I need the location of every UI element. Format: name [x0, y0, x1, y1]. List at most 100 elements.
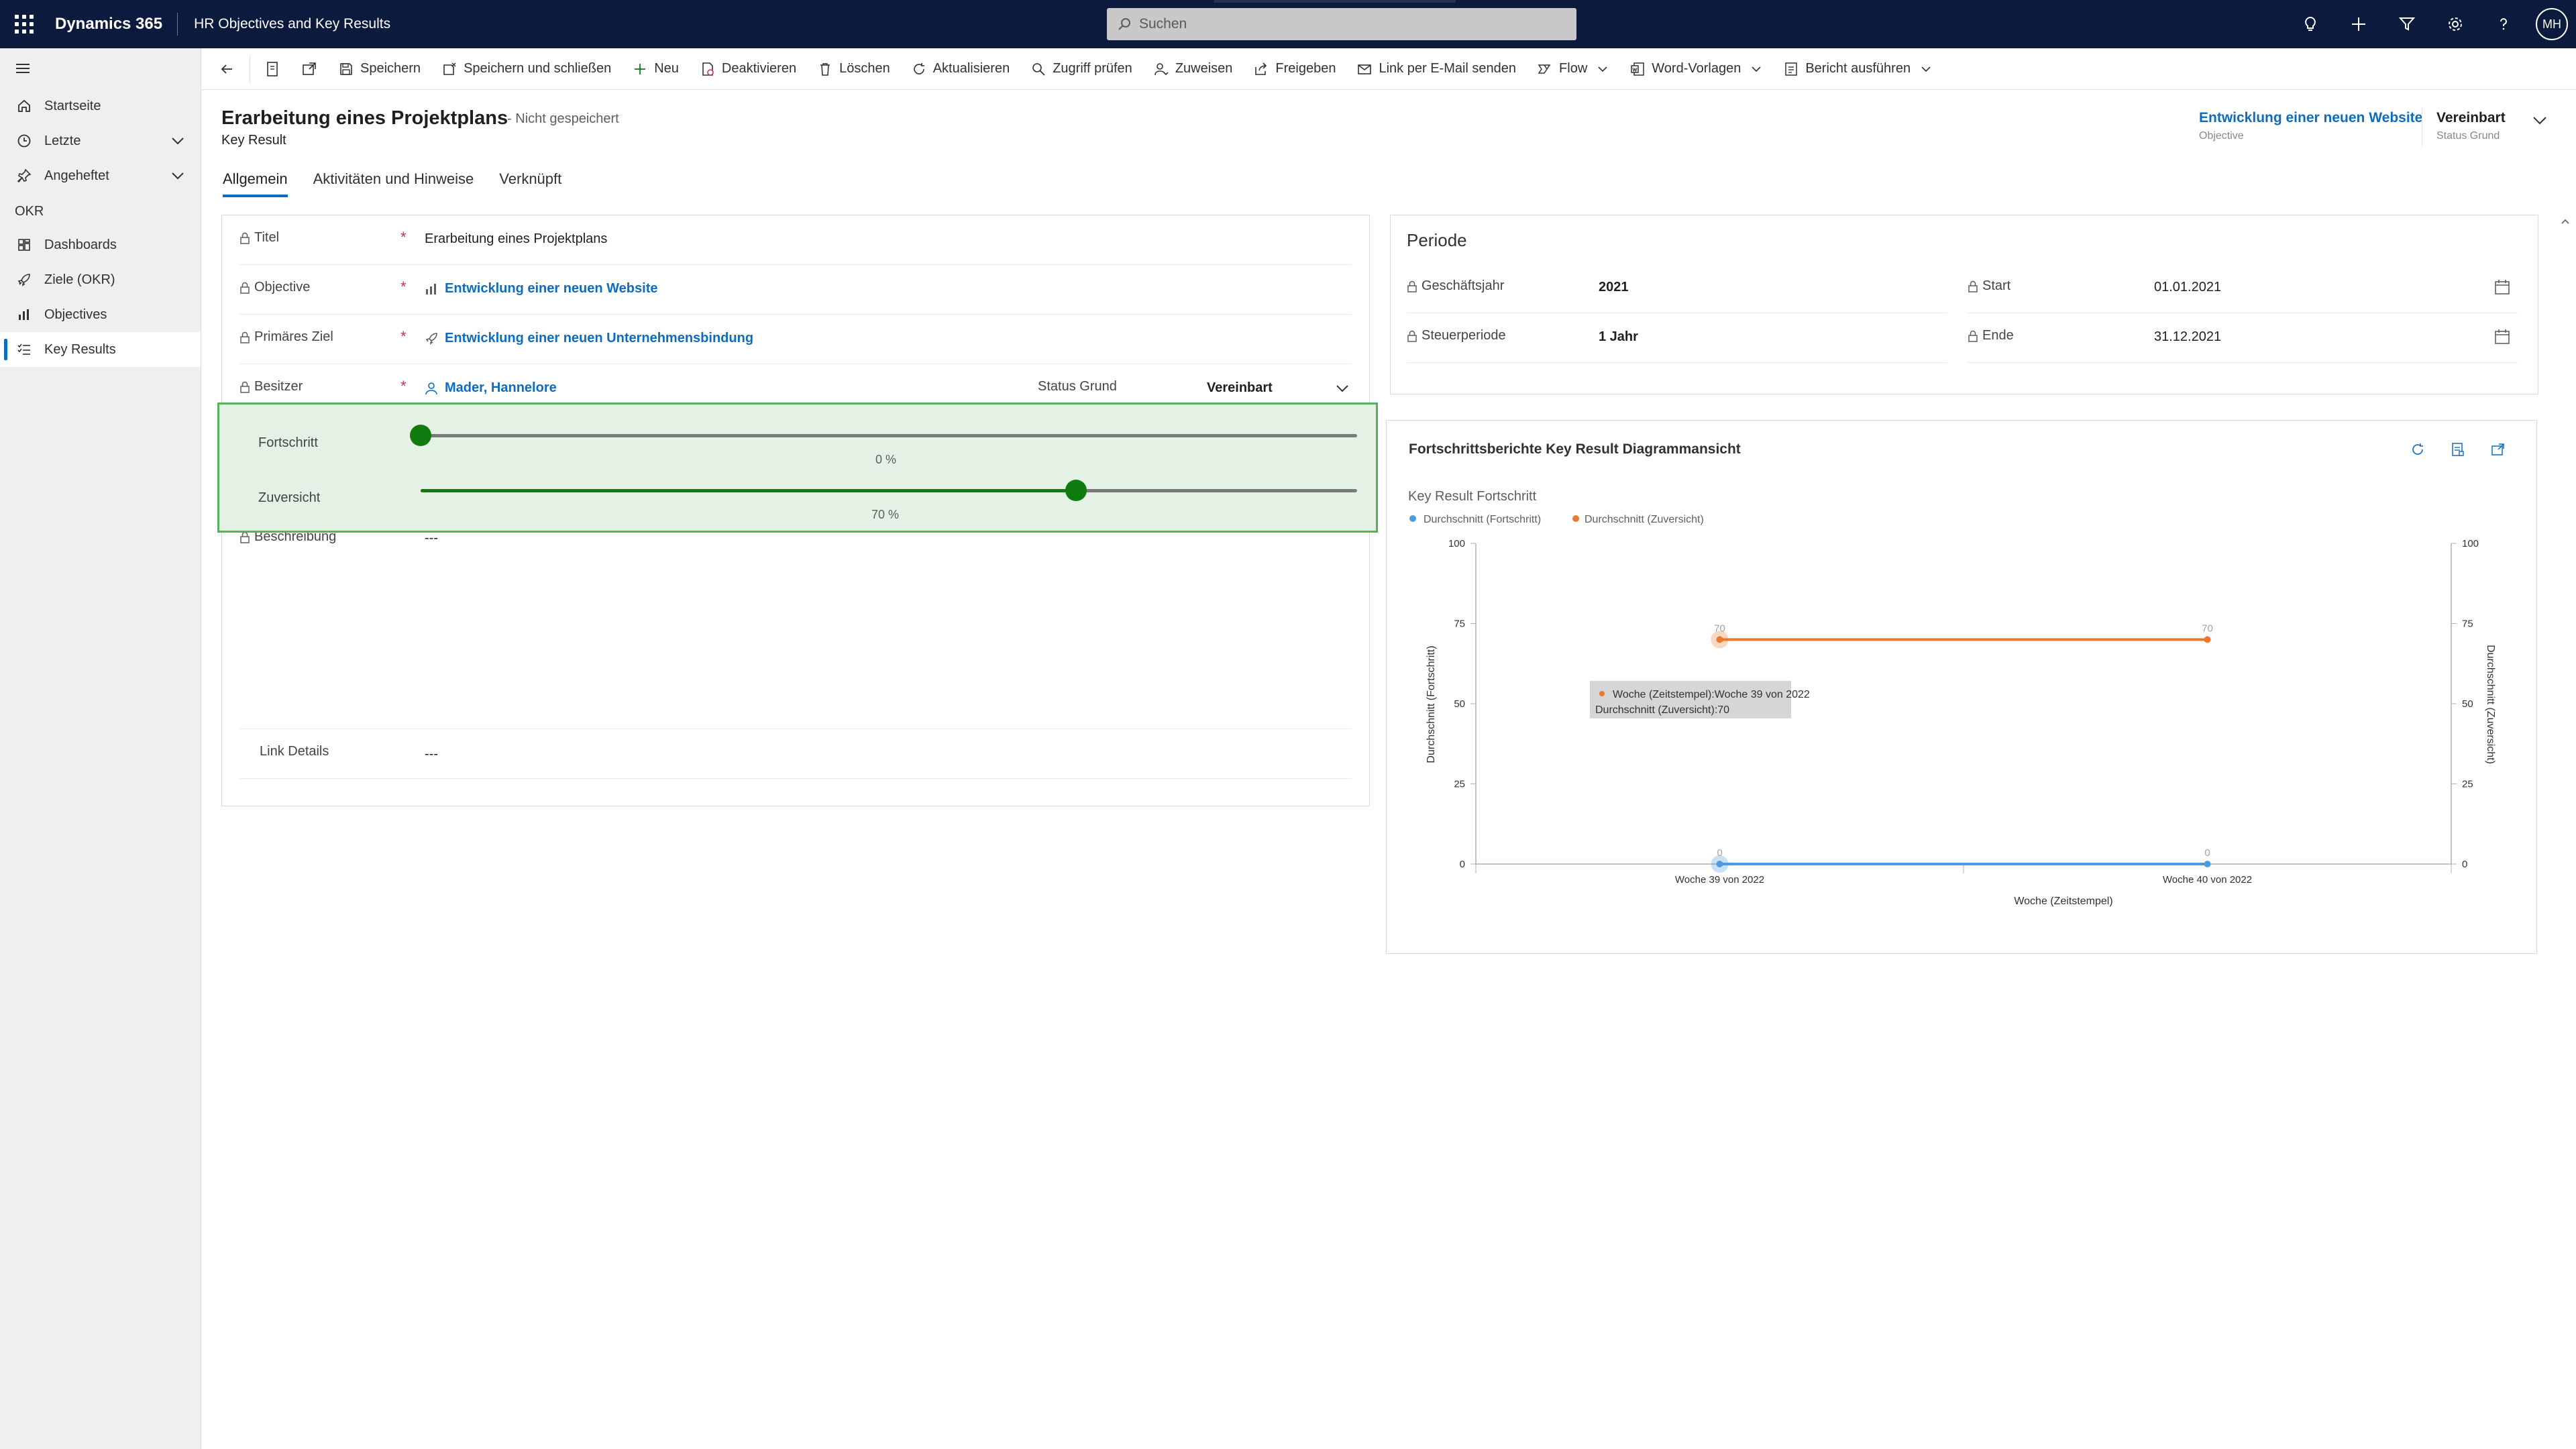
legend-marker-confidence	[1572, 515, 1579, 522]
data-label: 70	[1714, 623, 1725, 634]
header-expand-chevron-icon[interactable]	[2530, 111, 2549, 130]
scroll-up-icon[interactable]	[2560, 216, 2571, 227]
chevron-down-icon[interactable]	[1920, 63, 1932, 75]
sidebar-item-label: Startseite	[44, 98, 101, 113]
sidebar-item-angeheftet[interactable]: Angeheftet	[0, 158, 201, 193]
link-details-input[interactable]: ---	[425, 747, 438, 762]
description-textarea[interactable]: ---	[425, 531, 438, 546]
new-button[interactable]: Neu	[622, 48, 690, 90]
progress-slider-track[interactable]	[421, 434, 1357, 437]
chevron-down-icon[interactable]	[170, 168, 186, 184]
email-link-button[interactable]: Link per E-Mail senden	[1346, 48, 1527, 90]
status-reason-label: Status Grund	[1038, 379, 1117, 394]
chevron-down-icon[interactable]	[1597, 63, 1609, 75]
objective-lookup[interactable]: Entwicklung einer neuen Website	[425, 281, 657, 297]
field-tax-period: Steuerperiode 1 Jahr	[1407, 313, 1947, 363]
sidebar-item-letzte[interactable]: Letzte	[0, 123, 201, 158]
search-input[interactable]: Suchen	[1107, 8, 1576, 40]
save-close-button[interactable]: Speichern und schließen	[431, 48, 622, 90]
form-view-button[interactable]	[254, 48, 290, 90]
end-date-input[interactable]: 31.12.2021	[2154, 329, 2221, 345]
series-point	[1716, 861, 1723, 867]
calendar-icon[interactable]	[2493, 328, 2511, 345]
legend-marker-progress	[1409, 515, 1416, 522]
search-accent	[1214, 0, 1456, 3]
run-report-button[interactable]: Bericht ausführen	[1773, 48, 1943, 90]
deactivate-button[interactable]: Deaktivieren	[690, 48, 807, 90]
y-tick-label-left: 0	[1460, 859, 1465, 870]
avatar[interactable]: MH	[2536, 8, 2568, 40]
delete-button[interactable]: Löschen	[807, 48, 901, 90]
status-reason-select[interactable]: Vereinbart	[1207, 380, 1273, 396]
chart-view-records-icon[interactable]	[2447, 439, 2469, 460]
fiscal-year-value[interactable]: 2021	[1599, 280, 1629, 295]
filter-icon[interactable]	[2383, 0, 2431, 48]
progress-slider-thumb[interactable]	[410, 425, 431, 446]
tax-period-value[interactable]: 1 Jahr	[1599, 329, 1638, 345]
deactivate-icon	[700, 62, 715, 76]
refresh-button[interactable]: Aktualisieren	[901, 48, 1021, 90]
save-button[interactable]: Speichern	[328, 48, 431, 90]
start-date-input[interactable]: 01.01.2021	[2154, 280, 2221, 295]
hamburger-menu[interactable]	[0, 48, 201, 89]
owner-lookup[interactable]: Mader, Hannelore	[425, 380, 557, 396]
chart-refresh-icon[interactable]	[2407, 439, 2428, 460]
sidebar-item-dashboards[interactable]: Dashboards	[0, 227, 201, 262]
chevron-down-icon[interactable]	[170, 133, 186, 149]
field-description: Beschreibung ---	[239, 528, 1352, 729]
chart-expand-icon[interactable]	[2487, 439, 2509, 460]
chevron-down-icon[interactable]	[1750, 63, 1762, 75]
primary-goal-lookup[interactable]: Entwicklung einer neuen Unternehmensbind…	[425, 331, 753, 346]
sidebar-item-ziele[interactable]: Ziele (OKR)	[0, 262, 201, 297]
owner-lookup-value[interactable]: Mader, Hannelore	[445, 380, 557, 396]
lock-icon	[240, 282, 250, 294]
y-tick-label-left: 75	[1454, 619, 1465, 630]
back-button[interactable]	[208, 48, 246, 90]
app-launcher-icon[interactable]	[0, 0, 48, 48]
word-templates-button[interactable]: Word-Vorlagen	[1619, 48, 1773, 90]
share-button[interactable]: Freigeben	[1243, 48, 1346, 90]
assign-button[interactable]: Zuweisen	[1143, 48, 1244, 90]
legend-label-progress[interactable]: Durchschnitt (Fortschritt)	[1424, 514, 1541, 525]
new-label: Neu	[654, 61, 679, 76]
header-objective-label: Objective	[2199, 130, 2244, 142]
deactivate-label: Deaktivieren	[721, 61, 797, 76]
field-link-details: Link Details ---	[239, 729, 1352, 779]
open-new-window-button[interactable]	[290, 48, 328, 90]
confidence-slider-thumb[interactable]	[1065, 480, 1087, 501]
tab-allgemein[interactable]: Allgemein	[223, 170, 288, 197]
header-objective-link[interactable]: Entwicklung einer neuen Website	[2199, 110, 2422, 126]
legend-label-confidence[interactable]: Durchschnitt (Zuversicht)	[1585, 514, 1704, 525]
confidence-slider-fill	[421, 489, 1077, 492]
owner-label: Besitzer	[254, 379, 303, 394]
brand-name[interactable]: Dynamics 365	[48, 13, 178, 36]
sidebar-item-key-results[interactable]: Key Results	[0, 332, 201, 367]
data-label: 0	[1717, 847, 1722, 859]
flow-button[interactable]: Flow	[1527, 48, 1619, 90]
app-title[interactable]: HR Objectives and Key Results	[178, 16, 390, 32]
check-access-button[interactable]: Zugriff prüfen	[1020, 48, 1143, 90]
chevron-down-icon[interactable]	[1334, 380, 1350, 396]
field-objective: Objective * Entwicklung einer neuen Webs…	[239, 265, 1352, 315]
calendar-icon[interactable]	[2493, 278, 2511, 296]
check-access-label: Zugriff prüfen	[1053, 61, 1132, 76]
primary-goal-lookup-value[interactable]: Entwicklung einer neuen Unternehmensbind…	[445, 331, 753, 346]
series-point	[1716, 636, 1723, 643]
sidebar-item-objectives[interactable]: Objectives	[0, 297, 201, 332]
title-input[interactable]: Erarbeitung eines Projektplans	[425, 231, 607, 247]
sidebar-item-label: Dashboards	[44, 237, 117, 252]
plus-icon[interactable]	[2334, 0, 2383, 48]
tab-aktivitaeten[interactable]: Aktivitäten und Hinweise	[313, 170, 474, 197]
sidebar-item-startseite[interactable]: Startseite	[0, 89, 201, 123]
gear-icon[interactable]	[2431, 0, 2479, 48]
title-label: Titel	[254, 230, 280, 245]
chart-tooltip: Woche (Zeitstempel):Woche 39 von 2022 Du…	[1590, 681, 1810, 718]
sidebar-item-label: Ziele (OKR)	[44, 272, 115, 287]
dashboard-icon	[15, 235, 34, 254]
help-icon[interactable]	[2479, 0, 2528, 48]
home-icon	[15, 97, 34, 115]
tab-verknuepft[interactable]: Verknüpft	[499, 170, 561, 197]
rocket-icon	[15, 270, 34, 289]
objective-lookup-value[interactable]: Entwicklung einer neuen Website	[445, 281, 657, 297]
lightbulb-icon[interactable]	[2286, 0, 2334, 48]
